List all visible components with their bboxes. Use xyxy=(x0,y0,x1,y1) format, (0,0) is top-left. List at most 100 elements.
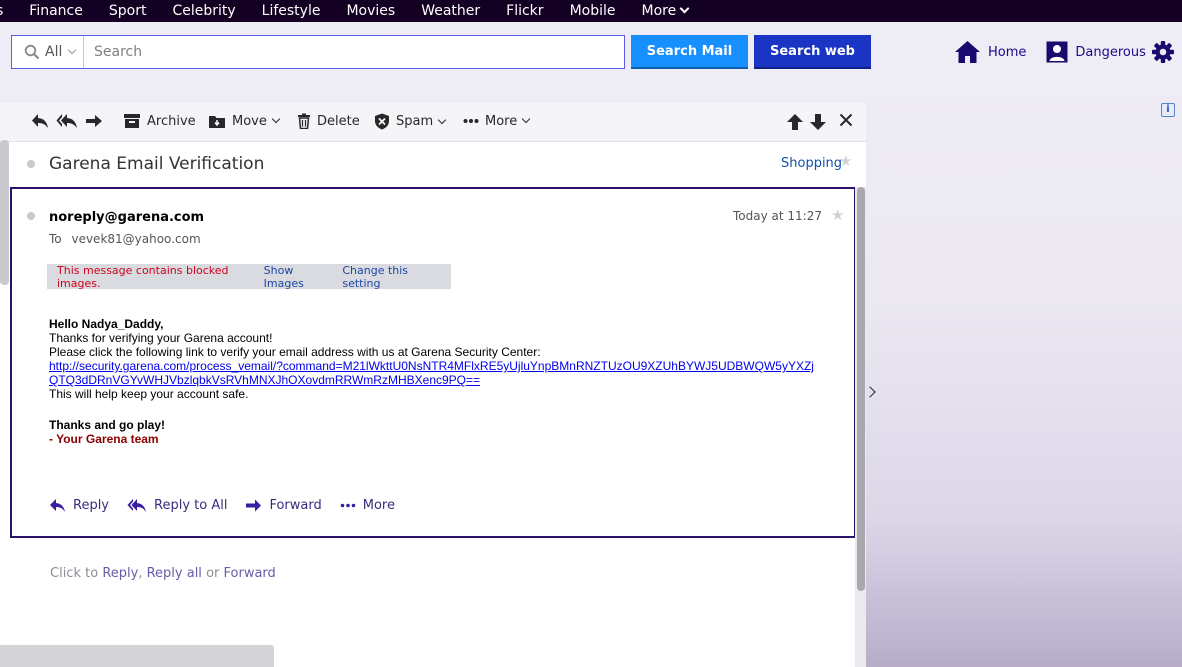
spam-label: Spam xyxy=(396,114,434,129)
recipient-line: To vevek81@yahoo.com xyxy=(49,232,201,246)
show-images-link[interactable]: Show Images xyxy=(264,264,329,290)
message-toolbar: Archive Move Delete Spam More xyxy=(0,103,866,142)
body-line: Please click the following link to verif… xyxy=(49,345,541,359)
delete-button[interactable]: Delete xyxy=(297,113,360,129)
email-reading-pane: Archive Move Delete Spam More Garena Ema… xyxy=(0,103,866,667)
archive-button[interactable]: Archive xyxy=(123,113,196,129)
quick-forward-link[interactable]: Forward xyxy=(224,566,276,581)
quick-reply-prompt[interactable]: Click to Reply, Reply all or Forward xyxy=(50,566,276,581)
nav-item-mobile[interactable]: Mobile xyxy=(570,3,616,19)
next-message-button[interactable] xyxy=(809,113,833,131)
nav-item-partial[interactable]: s xyxy=(0,3,3,19)
nav-item-lifestyle[interactable]: Lifestyle xyxy=(262,3,321,19)
reply-all-toolbar-button[interactable] xyxy=(56,113,84,129)
nav-item-flickr[interactable]: Flickr xyxy=(506,3,543,19)
reply-button[interactable]: Reply xyxy=(49,498,109,513)
chevron-right-icon[interactable] xyxy=(864,386,876,398)
signoff: Thanks and go play! xyxy=(49,418,166,432)
quick-reply-all-link[interactable]: Reply all xyxy=(147,566,202,581)
home-link-label: Home xyxy=(988,44,1027,60)
gear-icon xyxy=(1152,41,1174,63)
message-actions: Reply Reply to All Forward More xyxy=(49,498,413,513)
message-date: Today at 11:27 xyxy=(733,209,822,223)
forward-toolbar-button[interactable] xyxy=(85,113,109,129)
search-scope-dropdown[interactable]: All xyxy=(12,36,84,68)
back-button[interactable] xyxy=(31,113,55,129)
chevron-down-icon xyxy=(68,45,77,55)
reply-label: Reply xyxy=(73,498,110,513)
more-actions-button[interactable]: More xyxy=(340,498,395,513)
more-button[interactable]: More xyxy=(463,113,531,129)
archive-label: Archive xyxy=(147,113,196,129)
close-icon xyxy=(839,113,853,127)
forward-button[interactable]: Forward xyxy=(245,498,322,513)
ad-info-icon[interactable]: i xyxy=(1161,103,1175,117)
blocked-images-text: This message contains blocked images. xyxy=(57,263,229,290)
archive-icon xyxy=(124,114,140,128)
folder-tag[interactable]: Shopping xyxy=(781,156,842,171)
greeting: Hello Nadya_Daddy, xyxy=(49,317,164,331)
body-line: Thanks for verifying your Garena account… xyxy=(49,331,273,345)
search-mail-button[interactable]: Search Mail xyxy=(631,35,748,69)
change-setting-link[interactable]: Change this setting xyxy=(342,264,437,290)
message-body: Hello Nadya_Daddy, Thanks for verifying … xyxy=(49,317,829,446)
subject-row: Garena Email Verification Shopping ★ xyxy=(0,143,866,185)
sender-address[interactable]: noreply@garena.com xyxy=(49,210,204,225)
nav-item-celebrity[interactable]: Celebrity xyxy=(172,3,235,19)
reply-all-button[interactable]: Reply to All xyxy=(127,498,227,513)
settings-button[interactable] xyxy=(1152,41,1174,67)
email-subject: Garena Email Verification xyxy=(49,154,265,174)
verification-link[interactable]: http://security.garena.com/process_vemai… xyxy=(49,359,819,387)
nav-item-sport[interactable]: Sport xyxy=(109,3,147,19)
star-icon[interactable]: ★ xyxy=(831,206,844,224)
close-message-button[interactable] xyxy=(839,113,859,127)
reply-icon xyxy=(50,499,65,512)
nav-item-weather[interactable]: Weather xyxy=(421,3,480,19)
avatar-icon xyxy=(1046,41,1068,63)
search-icon xyxy=(24,44,40,60)
trash-icon xyxy=(298,113,310,129)
left-scrollbar[interactable] xyxy=(0,140,9,285)
chevron-down-icon xyxy=(271,114,281,124)
more-label: More xyxy=(485,113,518,129)
chevron-down-icon xyxy=(521,114,531,124)
quick-reply-or: or xyxy=(206,566,220,581)
message-card: noreply@garena.com To vevek81@yahoo.com … xyxy=(10,187,856,538)
home-icon xyxy=(955,41,980,63)
user-name: Dangerous xyxy=(1075,44,1146,60)
spam-button[interactable]: Spam xyxy=(374,113,447,130)
shield-icon xyxy=(375,113,389,130)
search-bar: All xyxy=(11,35,625,69)
read-status-dot[interactable] xyxy=(27,212,35,220)
search-web-button[interactable]: Search web xyxy=(754,35,871,69)
reply-all-icon xyxy=(127,499,147,512)
blocked-images-notice: This message contains blocked images. Sh… xyxy=(47,263,451,290)
home-link[interactable]: Home xyxy=(954,40,1026,64)
reply-all-label: Reply to All xyxy=(154,498,228,513)
move-label: Move xyxy=(232,113,267,129)
nav-item-finance[interactable]: Finance xyxy=(29,3,83,19)
search-input[interactable] xyxy=(84,36,624,68)
forward-arrow-icon xyxy=(86,115,102,127)
scrollbar-thumb[interactable] xyxy=(857,187,865,591)
forward-icon xyxy=(246,499,262,512)
unread-dot[interactable] xyxy=(27,160,35,168)
delete-label: Delete xyxy=(317,113,360,129)
more-actions-label: More xyxy=(362,498,395,513)
folder-move-icon xyxy=(209,116,225,128)
quick-reply-prefix: Click to xyxy=(50,566,99,581)
move-button[interactable]: Move xyxy=(208,113,281,129)
body-line: This will help keep your account safe. xyxy=(49,387,249,401)
user-profile-link[interactable]: Dangerous xyxy=(1046,41,1146,63)
to-label: To xyxy=(49,232,62,246)
team-signature: - Your Garena team xyxy=(49,432,159,446)
search-scope-label: All xyxy=(45,44,63,60)
quick-reply-link[interactable]: Reply xyxy=(102,566,138,581)
star-icon[interactable]: ★ xyxy=(839,152,852,170)
previous-message-button[interactable] xyxy=(786,113,810,131)
nav-item-movies[interactable]: Movies xyxy=(346,3,395,19)
arrow-up-icon xyxy=(787,114,803,130)
recipient-address[interactable]: vevek81@yahoo.com xyxy=(71,232,200,246)
nav-item-more[interactable]: More xyxy=(642,3,690,19)
header-links: Home Dangerous xyxy=(954,38,1166,66)
